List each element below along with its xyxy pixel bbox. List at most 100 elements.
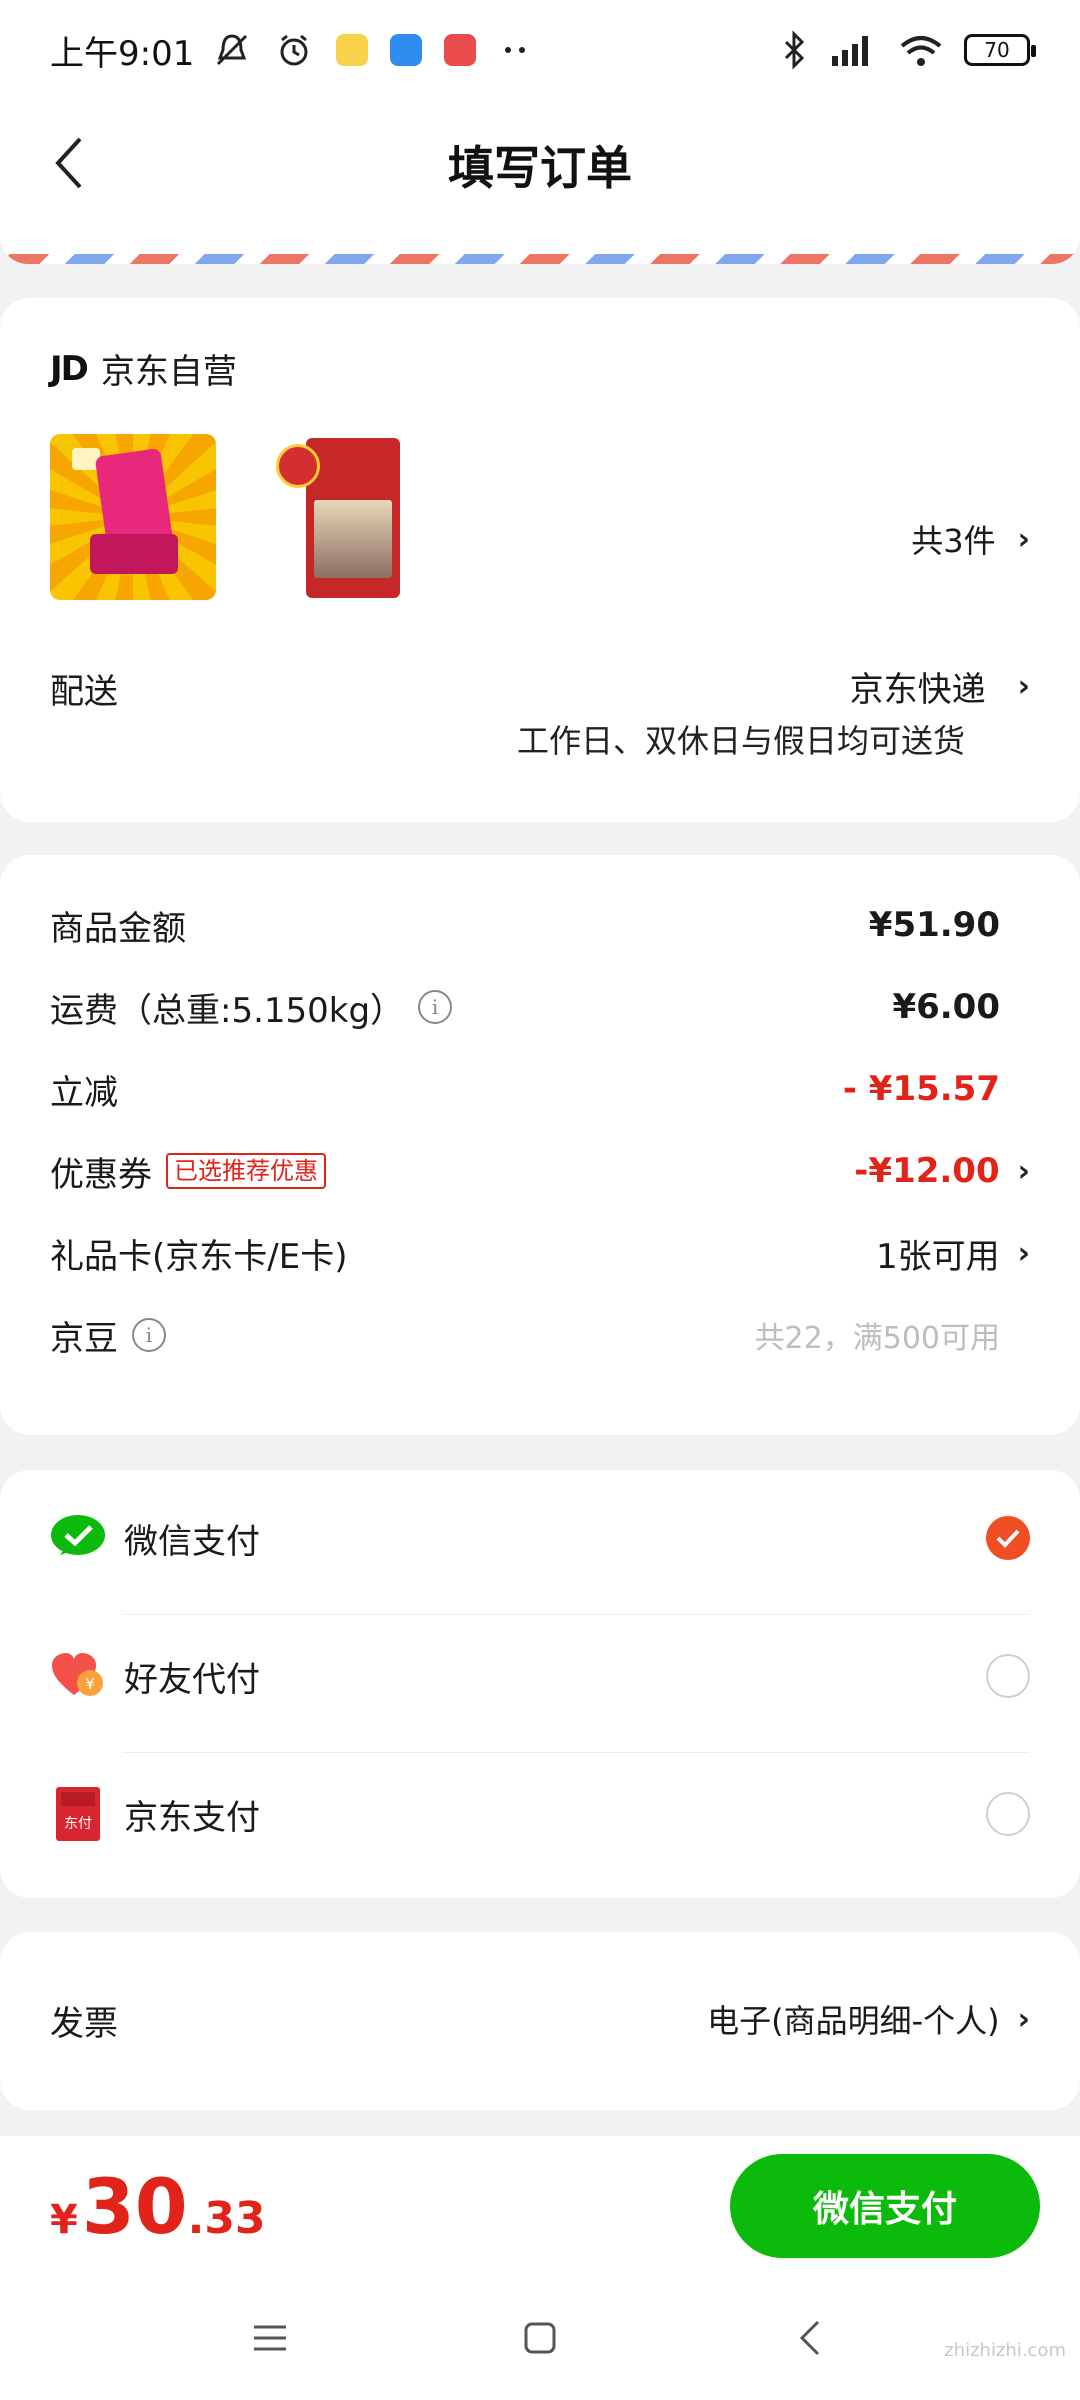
new-rice-badge (276, 444, 320, 488)
pay-button[interactable]: 微信支付 (730, 2154, 1040, 2258)
info-icon[interactable]: i (132, 1318, 166, 1352)
watermark: zhizhizhi.com (944, 2340, 1066, 2361)
payment-option-label: 好友代付 (124, 1659, 260, 1700)
order-items-card: JD 京东自营 共3件 › 配送 京东快递 › 工作日、双休日与假日均可送货 (0, 298, 1080, 822)
product-package-art (314, 500, 392, 578)
invoice-value: 电子(商品明细-个人) (707, 2002, 1000, 2040)
shipping-label: 运费（总重:5.150kg） (50, 990, 405, 1031)
wechat-pay-icon (50, 1510, 106, 1566)
menu-button[interactable] (240, 2308, 300, 2368)
store-name: 京东自营 (100, 352, 237, 392)
radio-unchecked[interactable] (986, 1792, 1030, 1836)
coupon-label: 优惠券 (50, 1154, 152, 1195)
chevron-right-icon: › (1017, 1235, 1030, 1271)
payment-option-friend[interactable]: ¥ 好友代付 (50, 1628, 1030, 1724)
chevron-right-icon: › (1017, 669, 1030, 704)
wifi-icon (900, 36, 942, 66)
status-time: 上午9:01 (50, 33, 195, 74)
checkmark-icon (996, 1529, 1020, 1548)
delivery-label: 配送 (50, 672, 118, 712)
jd-pay-icon-text: 东付 (64, 1816, 92, 1832)
product-image-rice[interactable] (276, 434, 406, 600)
more-dots-icon (505, 47, 526, 53)
bluetooth-icon (784, 30, 805, 70)
status-icons-left (212, 30, 534, 70)
payment-option-wechat[interactable]: 微信支付 (50, 1490, 1030, 1586)
coupon-value: -¥12.00 (854, 1151, 1000, 1191)
product-package (90, 534, 178, 574)
payment-option-label: 微信支付 (124, 1521, 260, 1562)
svg-text:¥: ¥ (85, 1675, 95, 1693)
delivery-note: 工作日、双休日与假日均可送货 (516, 722, 965, 760)
radio-checked[interactable] (986, 1516, 1030, 1560)
instant-discount-value: - ¥15.57 (842, 1069, 1000, 1109)
radio-unchecked[interactable] (986, 1654, 1030, 1698)
instant-discount-row: 立减 - ¥15.57 (50, 1061, 1030, 1117)
item-count: 共3件 (911, 522, 996, 560)
app-notification-icon (444, 34, 477, 66)
gift-card-label: 礼品卡(京东卡/E卡) (50, 1236, 348, 1277)
total-currency: ¥ (50, 2196, 78, 2243)
divider (122, 1752, 1030, 1753)
chevron-right-icon: › (1017, 1153, 1030, 1189)
page-header: 填写订单 (0, 100, 1080, 230)
status-icons-right: 70 (780, 30, 1036, 70)
info-icon[interactable]: i (418, 990, 453, 1024)
coupon-label-group: 优惠券 已选推荐优惠 (50, 1147, 326, 1196)
system-nav-bar (0, 2276, 1080, 2400)
payment-option-label: 京东支付 (124, 1797, 260, 1838)
page-title: 填写订单 (448, 141, 632, 195)
delivery-method: 京东快递 (849, 670, 986, 710)
jd-beans-row: 京豆 i 共22，满500可用 (50, 1307, 1030, 1363)
payment-option-jdpay[interactable]: 东付 京东支付 (50, 1766, 1030, 1862)
total-decimal: .33 (187, 2192, 266, 2244)
jd-logo: JD (50, 348, 89, 389)
jd-beans-label-group: 京豆 i (50, 1311, 166, 1360)
status-bar: 上午9:01 70 (0, 0, 1080, 100)
nav-back-icon (799, 2320, 820, 2356)
address-envelope-strip[interactable] (0, 230, 1080, 264)
product-thumbnails[interactable] (50, 434, 406, 600)
jd-beans-value: 共22，满500可用 (754, 1321, 1000, 1356)
coupon-row[interactable]: 优惠券 已选推荐优惠 -¥12.00 › (50, 1143, 1030, 1199)
shipping-value: ¥6.00 (892, 987, 1000, 1027)
instant-discount-label: 立减 (50, 1072, 118, 1113)
alarm-icon (280, 34, 308, 66)
invoice-value-group: 电子(商品明细-个人) › (707, 1996, 1030, 2042)
product-image-snack[interactable] (50, 434, 216, 600)
recommended-coupon-tag: 已选推荐优惠 (166, 1153, 326, 1189)
coupon-value-group: -¥12.00 › (854, 1151, 1030, 1191)
mute-bell-icon (217, 34, 248, 66)
home-button[interactable] (510, 2308, 570, 2368)
invoice-label: 发票 (50, 2004, 118, 2044)
chevron-right-icon: › (1017, 521, 1030, 557)
gift-card-value: 1张可用 (875, 1236, 1000, 1277)
friend-pay-heart-icon: ¥ (50, 1648, 106, 1704)
back-button[interactable] (50, 128, 110, 198)
item-count-link[interactable]: 共3件 › (911, 516, 1030, 562)
invoice-card[interactable]: 发票 电子(商品明细-个人) › (0, 1932, 1080, 2110)
back-arrow-icon (55, 137, 82, 189)
nav-back-button[interactable] (780, 2308, 840, 2368)
delivery-method-selector[interactable]: 京东快递 › (850, 662, 1030, 711)
menu-icon (254, 2325, 286, 2351)
gift-card-value-group: 1张可用 › (876, 1229, 1030, 1278)
subtotal-value: ¥51.90 (868, 905, 1000, 945)
payment-methods-card: 微信支付 ¥ 好友代付 东付 京东支付 (0, 1470, 1080, 1898)
shipping-label-group: 运费（总重:5.150kg） i (50, 983, 453, 1032)
home-square-icon (524, 2322, 556, 2354)
jd-beans-label: 京豆 (50, 1318, 118, 1359)
signal-icon (832, 36, 868, 66)
envelope-stripe (0, 254, 1080, 264)
price-details-card: 商品金额 ¥51.90 运费（总重:5.150kg） i ¥6.00 立减 - … (0, 855, 1080, 1435)
order-total: ¥ 30 .33 (50, 2162, 266, 2251)
subtotal-label: 商品金额 (50, 908, 186, 949)
app-notification-icon (390, 34, 423, 66)
chevron-right-icon: › (1017, 2001, 1030, 2037)
jd-pay-icon: 东付 (50, 1786, 106, 1842)
checkout-bar: ¥ 30 .33 微信支付 (0, 2136, 1080, 2276)
gift-card-row[interactable]: 礼品卡(京东卡/E卡) 1张可用 › (50, 1225, 1030, 1281)
battery-level: 70 (984, 38, 1010, 62)
app-notification-icon (336, 34, 369, 66)
total-integer: 30 (81, 2161, 188, 2251)
